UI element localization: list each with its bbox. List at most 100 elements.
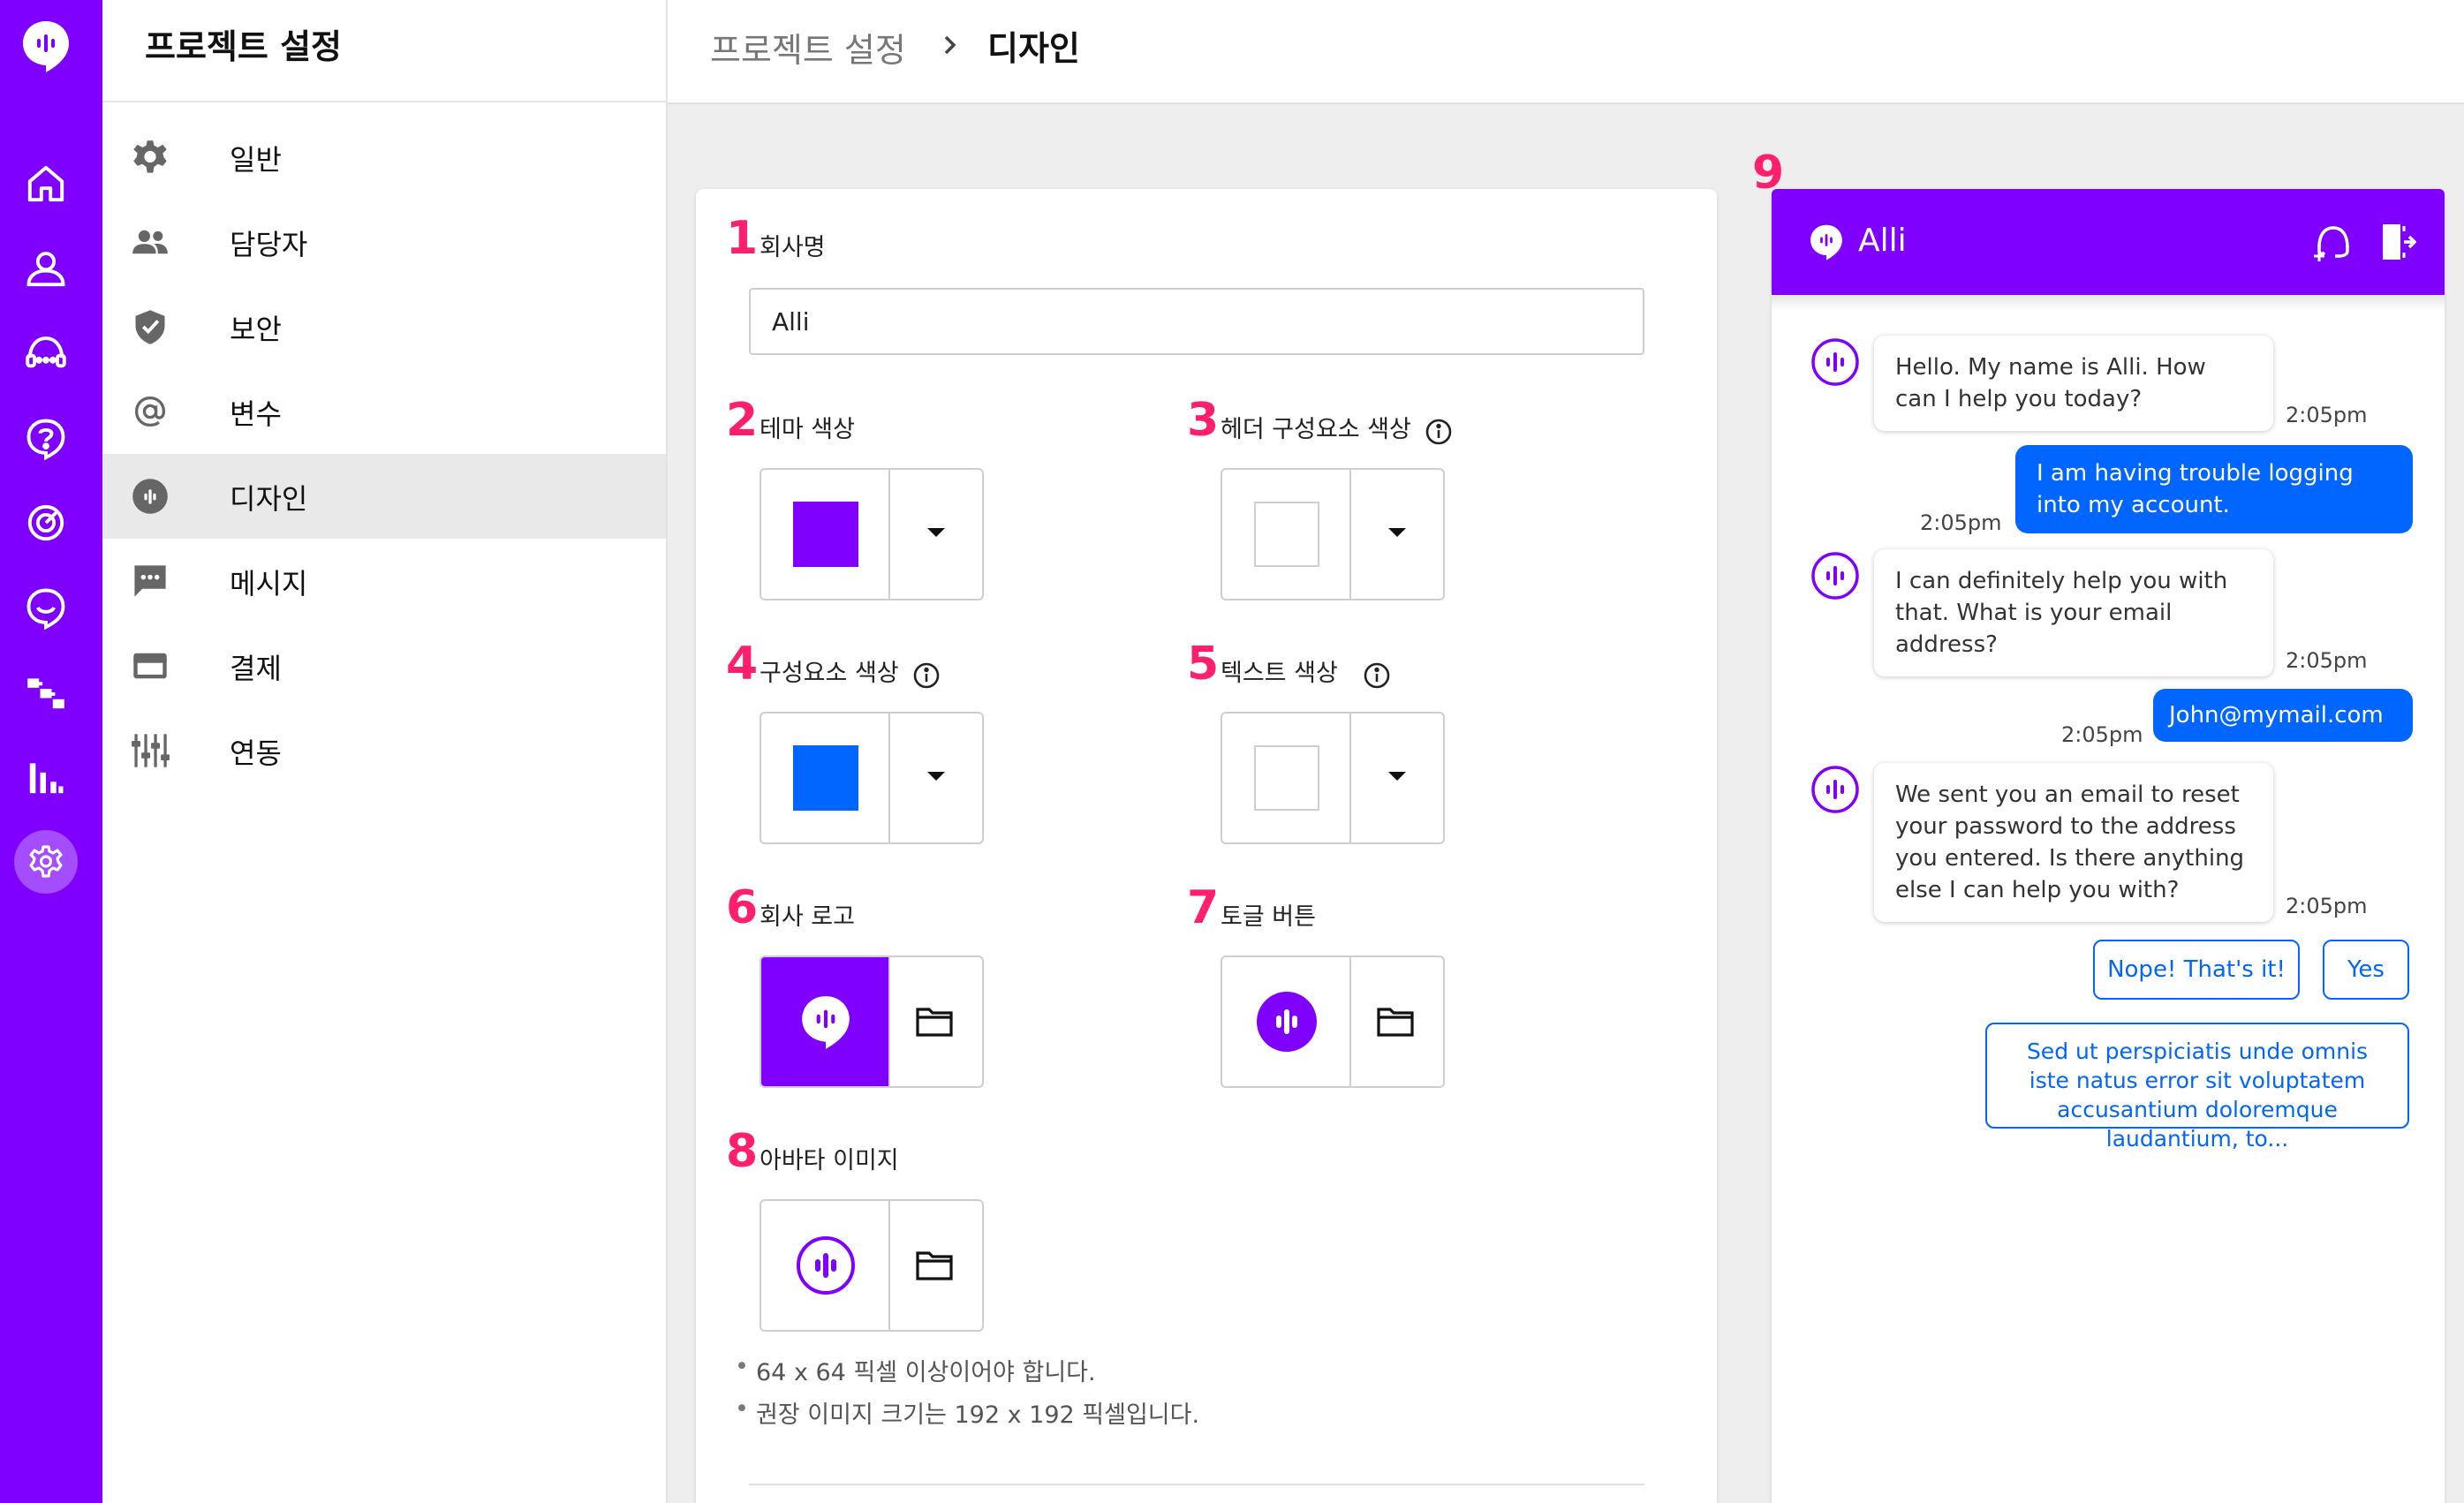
sidebar-item-label: 변수 [230,397,282,431]
company-name-input[interactable] [749,288,1644,355]
theme-color-label: 테마 색상 [760,416,855,443]
page-header: 프로젝트 설정 디자인 [668,0,2464,104]
bot-message: I can definitely help you with that. Wha… [1874,549,2273,676]
faq-icon[interactable] [23,415,69,461]
quick-reply-button[interactable]: Nope! That's it! [2093,940,2300,1000]
text-color-picker[interactable] [1221,712,1445,844]
avatar-image-preview [761,1201,890,1330]
sidebar-item-label: 메시지 [230,567,308,600]
sidebar-item-integrations[interactable]: 연동 [102,708,666,793]
avatar-icon [797,1236,855,1295]
sidebar-item-label: 담당자 [230,228,308,261]
message-time: 2:05pm [2286,648,2368,673]
avatar-size-hint: 64 x 64 픽셀 이상이어야 합니다. [735,1353,1096,1387]
exit-icon[interactable] [2377,221,2416,263]
toggle-button-icon [1257,992,1317,1052]
marker-4: 4 [726,638,759,691]
sidebar-title: 프로젝트 설정 [145,27,342,66]
company-logo-browse-button[interactable] [890,957,982,1086]
live-chat-icon[interactable] [23,330,69,376]
conversation-icon[interactable] [23,585,69,631]
flow-icon[interactable] [23,669,69,715]
alli-logo-icon[interactable] [21,18,71,74]
component-color-picker[interactable] [760,712,984,844]
sidebar-item-security[interactable]: 보안 [102,284,666,369]
text-color-dropdown[interactable] [1351,714,1443,842]
company-logo-upload[interactable] [760,955,984,1088]
text-color-preview[interactable] [1222,714,1351,842]
bot-message: Hello. My name is Alli. How can I help y… [1874,336,2273,431]
color-swatch [793,502,858,567]
settings-sidebar: 프로젝트 설정 일반 담당자 보안 변수 디자인 메시지 결제 연동 [102,0,668,1503]
marker-1: 1 [726,212,759,265]
sidebar-item-agents[interactable]: 담당자 [102,200,666,284]
chat-preview: Alli Hello. My name is Alli. How can I h… [1772,189,2445,1503]
sidebar-item-label: 디자인 [230,482,308,516]
shield-icon [131,307,170,346]
alli-logo-icon [802,996,850,1049]
bot-avatar-icon [1811,338,1859,386]
info-icon[interactable] [1362,661,1392,691]
sidebar-item-label: 일반 [230,143,282,177]
sidebar-item-label: 연동 [230,736,282,770]
marker-6: 6 [726,881,759,934]
header-component-color-preview[interactable] [1222,470,1351,599]
bar-chart-icon[interactable] [23,754,69,800]
company-logo-label: 회사 로고 [760,903,855,931]
marker-3: 3 [1187,394,1220,447]
toggle-button-label: 토글 버튼 [1221,903,1316,931]
caret-down-icon [927,528,945,537]
sidebar-item-variables[interactable]: 변수 [102,369,666,454]
sidebar-item-billing[interactable]: 결제 [102,623,666,708]
header-component-color-label: 헤더 구성요소 색상 [1221,416,1411,443]
at-sign-icon [131,392,170,431]
message-time: 2:05pm [2286,894,2368,918]
component-color-dropdown[interactable] [890,714,982,842]
integration-icon [131,731,170,770]
folder-icon [916,1251,953,1280]
toggle-button-browse-button[interactable] [1351,957,1443,1086]
sidebar-item-label: 결제 [230,652,282,685]
folder-icon [916,1008,953,1037]
company-name-label: 회사명 [760,234,826,261]
sidebar-item-label: 보안 [230,313,282,346]
app-rail [0,0,102,1503]
caret-down-icon [1388,772,1406,781]
home-icon[interactable] [23,161,69,207]
bot-message: We sent you an email to reset your passw… [1874,763,2273,922]
page-title: 디자인 [987,29,1080,68]
toggle-button-upload[interactable] [1221,955,1445,1088]
sidebar-item-general[interactable]: 일반 [102,115,666,200]
avatar-image-browse-button[interactable] [890,1201,982,1330]
company-logo-preview [761,957,890,1086]
users-icon[interactable] [23,245,69,291]
message-time: 2:05pm [2286,403,2368,427]
theme-color-picker[interactable] [760,468,984,600]
component-color-preview[interactable] [761,714,890,842]
color-swatch [793,745,858,811]
quick-reply-button[interactable]: Sed ut perspiciatis unde omnis iste natu… [1985,1023,2409,1152]
message-time: 2:05pm [1920,510,2002,535]
color-swatch [1254,745,1319,811]
settings-icon[interactable] [14,830,78,894]
bot-avatar-icon [1811,766,1859,813]
sidebar-item-design[interactable]: 디자인 [102,454,666,539]
analytics-icon[interactable] [23,500,69,546]
component-color-label: 구성요소 색상 [760,660,899,687]
marker-5: 5 [1187,638,1220,691]
header-component-color-picker[interactable] [1221,468,1445,600]
theme-color-dropdown[interactable] [890,470,982,599]
sidebar-item-messages[interactable]: 메시지 [102,539,666,623]
headset-icon[interactable] [2312,221,2354,263]
avatar-image-upload[interactable] [760,1199,984,1332]
toggle-button-preview [1222,957,1351,1086]
theme-color-preview[interactable] [761,470,890,599]
chevron-right-icon [938,32,963,58]
breadcrumb-parent[interactable]: 프로젝트 설정 [710,23,906,72]
info-icon[interactable] [911,661,941,691]
quick-reply-button[interactable]: Yes [2323,940,2409,1000]
user-message: John@mymail.com [2153,689,2413,742]
header-component-color-dropdown[interactable] [1351,470,1443,599]
marker-2: 2 [726,394,759,447]
info-icon[interactable] [1424,417,1454,447]
